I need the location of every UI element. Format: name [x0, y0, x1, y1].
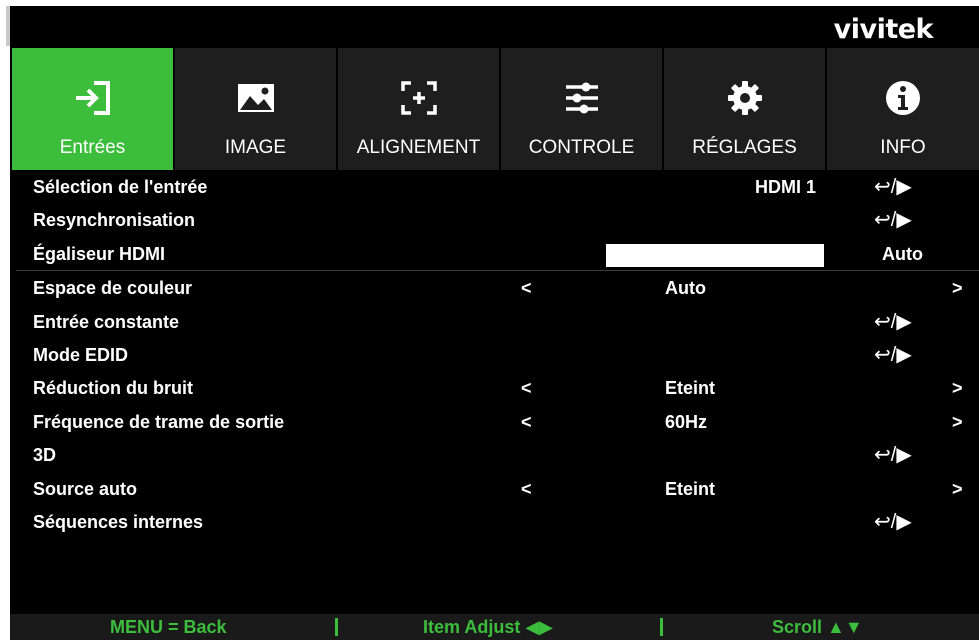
- gear-icon: [725, 78, 765, 118]
- enter-arrow-icon[interactable]: ↩/▶: [874, 342, 912, 367]
- right-arrow-icon[interactable]: >: [952, 412, 963, 433]
- menu-item-label: Fréquence de trame de sortie: [33, 411, 285, 432]
- tab-controle[interactable]: CONTROLE: [501, 48, 664, 170]
- sliders-icon: [562, 78, 602, 118]
- right-arrow-icon[interactable]: >: [952, 378, 963, 399]
- left-arrow-icon[interactable]: <: [521, 479, 532, 500]
- scroll-hint: Scroll ▲▼: [772, 617, 863, 637]
- menu-item-value: Auto: [665, 278, 706, 299]
- tab-alignement[interactable]: ALIGNEMENT: [338, 48, 501, 170]
- menu-back-hint: MENU = Back: [110, 617, 227, 637]
- screen: vivitek Entrées IMAGE ALIGNEMENT CONTROL…: [0, 0, 979, 640]
- menu-item-egaliseur-hdmi[interactable]: Égaliseur HDMI Auto: [16, 237, 979, 272]
- footer-hints: MENU = Back Item Adjust ◀▶ Scroll ▲▼: [10, 614, 979, 640]
- menu-item-value: Eteint: [665, 478, 716, 499]
- enter-arrow-icon[interactable]: ↩/▶: [874, 442, 912, 467]
- tab-reglages[interactable]: RÉGLAGES: [664, 48, 827, 170]
- menu-item-label: Espace de couleur: [33, 278, 193, 299]
- item-adjust-hint: Item Adjust ◀▶: [423, 617, 554, 637]
- hdmi-equalizer-bar[interactable]: [606, 243, 824, 267]
- menu-item-resynchronisation[interactable]: Resynchronisation ↩/▶: [16, 203, 979, 236]
- menu-item-label: Mode EDID: [33, 344, 129, 365]
- tab-label: ALIGNEMENT: [356, 137, 481, 158]
- menu-item-value: Auto: [882, 243, 923, 264]
- menu-item-label: Sélection de l'entrée: [33, 177, 208, 197]
- osd-menu: vivitek Entrées IMAGE ALIGNEMENT CONTROL…: [10, 6, 979, 640]
- menu-item-label: Égaliseur HDMI: [33, 243, 166, 264]
- tab-label: Entrées: [59, 137, 126, 158]
- menu-item-label: Entrée constante: [33, 311, 180, 332]
- tab-info[interactable]: INFO: [827, 48, 979, 170]
- menu-items: Sélection de l'entrée HDMI 1 ↩/▶ Resynch…: [16, 170, 979, 538]
- menu-item-entree-constante[interactable]: Entrée constante ↩/▶: [16, 305, 979, 338]
- menu-item-label: Source auto: [33, 478, 138, 499]
- menu-item-sequences-internes[interactable]: Séquences internes ↩/▶: [16, 505, 979, 538]
- menu-item-source-auto[interactable]: Source auto < Eteint >: [16, 472, 979, 505]
- right-arrow-icon[interactable]: >: [952, 479, 963, 500]
- tab-label: INFO: [880, 137, 926, 158]
- menu-tabs: Entrées IMAGE ALIGNEMENT CONTROLE RÉGLAG…: [12, 48, 979, 170]
- left-arrow-icon[interactable]: <: [521, 378, 532, 399]
- menu-item-espace-couleur[interactable]: Espace de couleur < Auto >: [16, 271, 979, 304]
- left-arrow-icon[interactable]: <: [521, 278, 532, 299]
- menu-item-frequence-trame[interactable]: Fréquence de trame de sortie < 60Hz >: [16, 405, 979, 438]
- menu-item-value: Eteint: [665, 378, 716, 399]
- tab-label: CONTROLE: [528, 137, 635, 158]
- tab-label: IMAGE: [224, 137, 287, 158]
- alignment-icon: [399, 78, 439, 118]
- menu-item-label: Réduction du bruit: [33, 378, 193, 399]
- info-icon: [883, 78, 923, 118]
- menu-item-label: Séquences internes: [33, 511, 204, 532]
- tab-label: RÉGLAGES: [692, 137, 797, 158]
- enter-arrow-icon[interactable]: ↩/▶: [874, 207, 912, 232]
- menu-item-selection-entree[interactable]: Sélection de l'entrée HDMI 1 ↩/▶: [16, 170, 979, 203]
- footer-divider: [660, 618, 663, 636]
- input-icon: [73, 78, 113, 118]
- enter-arrow-icon[interactable]: ↩/▶: [874, 174, 912, 199]
- footer-divider: [335, 618, 338, 636]
- menu-item-reduction-bruit[interactable]: Réduction du bruit < Eteint >: [16, 371, 979, 404]
- left-arrow-icon[interactable]: <: [521, 412, 532, 433]
- image-icon: [236, 78, 276, 118]
- menu-item-3d[interactable]: 3D ↩/▶: [16, 438, 979, 471]
- right-arrow-icon[interactable]: >: [952, 278, 963, 299]
- menu-item-value: HDMI 1: [755, 177, 817, 197]
- tab-image[interactable]: IMAGE: [175, 48, 338, 170]
- tab-entrees[interactable]: Entrées: [12, 48, 175, 170]
- enter-arrow-icon[interactable]: ↩/▶: [874, 309, 912, 334]
- menu-item-value: 60Hz: [665, 411, 708, 432]
- menu-item-label: 3D: [33, 445, 57, 466]
- menu-item-label: Resynchronisation: [33, 210, 196, 231]
- enter-arrow-icon[interactable]: ↩/▶: [874, 509, 912, 534]
- menu-item-mode-edid[interactable]: Mode EDID ↩/▶: [16, 338, 979, 371]
- vivitek-logo: vivitek: [833, 14, 934, 45]
